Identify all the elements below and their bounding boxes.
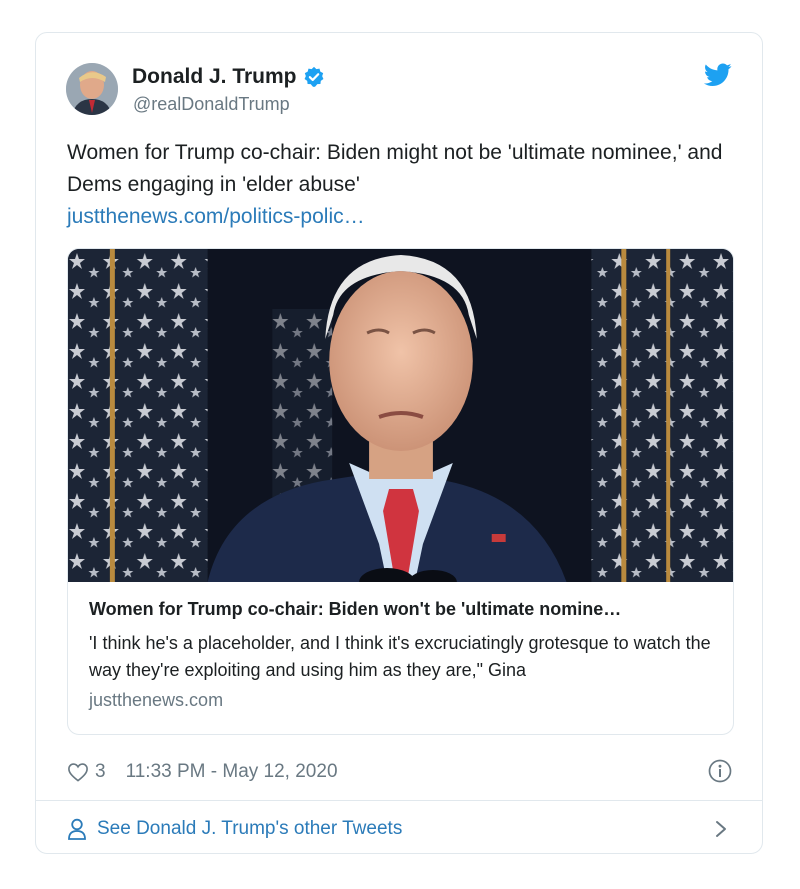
divider — [36, 800, 762, 801]
person-icon — [68, 818, 86, 840]
avatar[interactable] — [66, 63, 118, 115]
see-other-tweets-link[interactable]: See Donald J. Trump's other Tweets — [67, 813, 732, 845]
card-description: 'I think he's a placeholder, and I think… — [89, 633, 711, 680]
card-image[interactable] — [68, 249, 733, 582]
link-preview-card[interactable]: Women for Trump co-chair: Biden won't be… — [67, 248, 734, 735]
like-count: 3 — [95, 761, 106, 782]
verified-badge-icon — [304, 66, 323, 87]
author-handle[interactable]: @realDonaldTrump — [133, 94, 290, 115]
tweet-body: Women for Trump co-chair: Biden might no… — [67, 141, 723, 196]
see-other-tweets-label[interactable]: See Donald J. Trump's other Tweets — [97, 818, 402, 840]
heart-icon — [68, 763, 88, 782]
like-button[interactable]: 3 — [67, 761, 106, 783]
tweet-text: Women for Trump co-chair: Biden might no… — [67, 137, 727, 233]
card-title[interactable]: Women for Trump co-chair: Biden won't be… — [89, 599, 715, 620]
tweet-meta: 3 11:33 PM - May 12, 2020 — [67, 757, 732, 787]
chevron-right-icon[interactable] — [714, 820, 728, 838]
card-domain: justthenews.com — [89, 690, 224, 710]
embedded-tweet: Donald J. Trump @realDonaldTrump Women f… — [35, 32, 763, 854]
tweet-link[interactable]: justthenews.com/politics-polic… — [67, 201, 727, 233]
card-body: Women for Trump co-chair: Biden won't be… — [89, 599, 715, 711]
tweet-timestamp[interactable]: 11:33 PM - May 12, 2020 — [126, 761, 338, 783]
author-name-row[interactable]: Donald J. Trump — [132, 65, 325, 89]
info-icon[interactable] — [708, 759, 732, 783]
twitter-bird-icon[interactable] — [704, 63, 732, 87]
author-display-name[interactable]: Donald J. Trump — [132, 65, 297, 89]
